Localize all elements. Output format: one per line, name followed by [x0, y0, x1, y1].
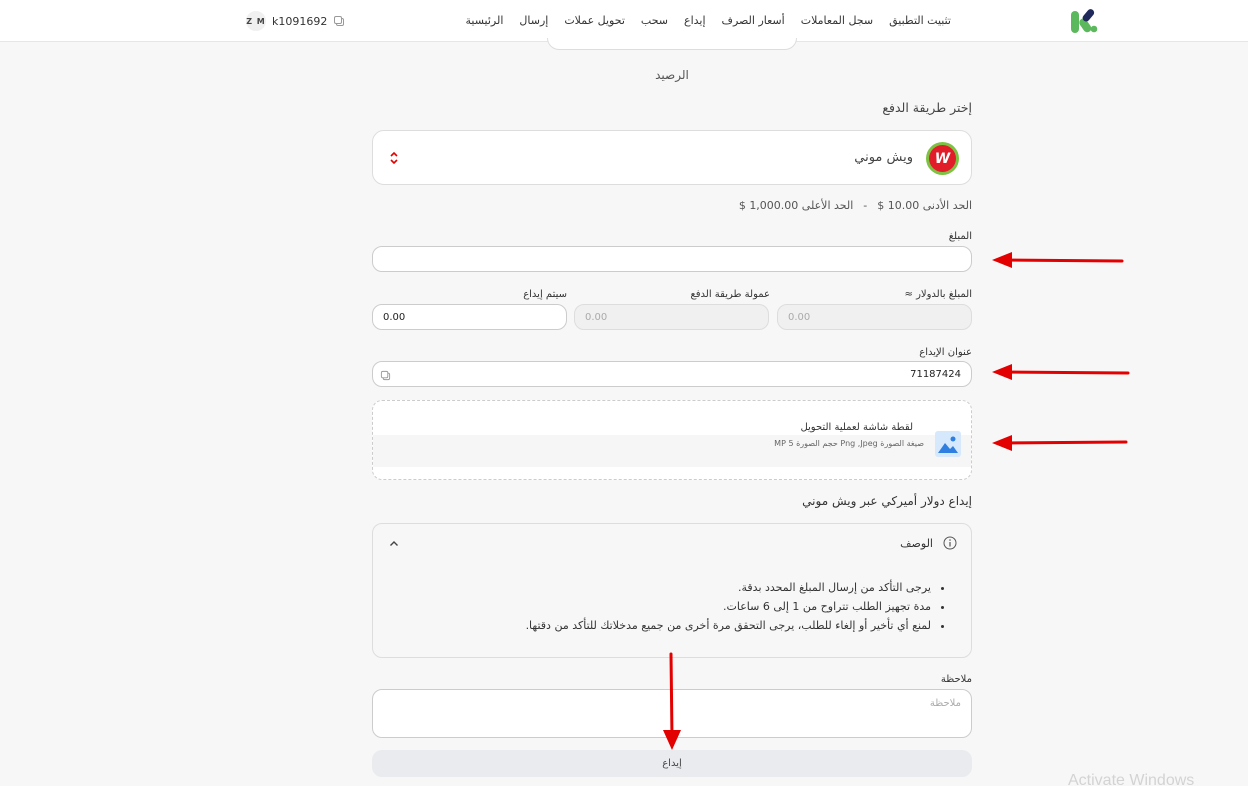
info-icon: [943, 536, 957, 550]
deposit-address-label: عنوان الإيداع: [919, 347, 972, 358]
nav-rates[interactable]: أسعار الصرف: [722, 14, 785, 27]
note-label: ملاحظة: [940, 674, 972, 685]
balance-label: الرصيد: [655, 68, 689, 82]
description-title: الوصف: [900, 537, 933, 550]
screenshot-upload[interactable]: لقطة شاشة لعملية التحويل صيغة الصورة Png…: [372, 400, 972, 480]
choose-method-label: إختر طريقة الدفع: [882, 100, 972, 115]
min-limit: الحد الأدنى 10.00 $: [877, 199, 972, 212]
list-item: يرجى التأكد من إرسال المبلغ المحدد بدقة.: [526, 578, 931, 597]
copy-address-icon[interactable]: [380, 370, 391, 381]
annotation-arrow-icon: [992, 364, 1130, 380]
nav-home[interactable]: الرئيسية: [466, 14, 504, 27]
chevron-up-down-icon[interactable]: [389, 150, 399, 166]
will-deposit-label: سيتم إيداع: [523, 289, 567, 300]
limit-separator: -: [863, 199, 868, 212]
deposit-address-field: 71187424: [372, 361, 972, 387]
chevron-up-icon[interactable]: [389, 540, 399, 547]
annotation-arrow-icon: [992, 435, 1128, 451]
deposit-button[interactable]: إيداع: [372, 750, 972, 777]
amount-input[interactable]: [372, 246, 972, 272]
account-info: Z M k1091692: [246, 11, 345, 31]
whish-money-logo: W: [926, 142, 959, 175]
copy-icon[interactable]: [333, 15, 345, 27]
upload-hint: صيغة الصورة Png ,Jpeg حجم الصورة 5 MP: [774, 439, 924, 448]
payment-method-name: ويش موني: [854, 150, 913, 165]
brand-logo[interactable]: [1070, 8, 1098, 34]
payment-method-select[interactable]: W ويش موني: [372, 130, 972, 185]
usd-amount-label: المبلغ بالدولار ≈: [904, 289, 972, 300]
balance-selector[interactable]: [547, 38, 797, 50]
account-id: k1091692: [272, 14, 328, 28]
deposit-address-value: 71187424: [910, 368, 961, 380]
description-list: يرجى التأكد من إرسال المبلغ المحدد بدقة.…: [526, 578, 931, 635]
nav-install-app[interactable]: تثبيت التطبيق: [889, 14, 951, 27]
commission-field: 0.00: [574, 304, 769, 330]
annotation-arrow-icon: [992, 252, 1124, 268]
nav-exchange[interactable]: تحويل عملات: [564, 14, 625, 27]
nav-send[interactable]: إرسال: [519, 14, 548, 27]
windows-activation-watermark: Activate Windows: [1068, 772, 1195, 786]
amount-label: المبلغ: [948, 231, 972, 242]
upload-title: لقطة شاشة لعملية التحويل: [800, 422, 913, 433]
description-panel: الوصف يرجى التأكد من إرسال المبلغ المحدد…: [372, 523, 972, 658]
nav-transactions[interactable]: سجل المعاملات: [801, 14, 873, 27]
annotation-arrow-icon: [663, 652, 681, 750]
commission-label: عمولة طريقة الدفع: [690, 289, 770, 300]
deposit-method-title: إيداع دولار أميركي عبر ويش موني: [802, 494, 972, 508]
list-item: مدة تجهيز الطلب تتراوح من 1 إلى 6 ساعات.: [526, 597, 931, 616]
avatar[interactable]: Z M: [246, 11, 266, 31]
nav-withdraw[interactable]: سحب: [641, 14, 668, 27]
top-bar: الرئيسية إرسال تحويل عملات سحب إيداع أسع…: [0, 0, 1248, 42]
image-icon: [935, 431, 961, 457]
usd-amount-field: 0.00: [777, 304, 972, 330]
limits-text: الحد الأدنى 10.00 $ - الحد الأعلى 1,000.…: [739, 199, 972, 212]
max-limit: الحد الأعلى 1,000.00 $: [738, 199, 854, 212]
main-nav: الرئيسية إرسال تحويل عملات سحب إيداع أسع…: [466, 14, 952, 27]
list-item: لمنع أي تأخير أو إلغاء للطلب، يرجى التحق…: [526, 616, 931, 635]
will-deposit-field: 0.00: [372, 304, 567, 330]
nav-deposit[interactable]: إيداع: [684, 14, 706, 27]
